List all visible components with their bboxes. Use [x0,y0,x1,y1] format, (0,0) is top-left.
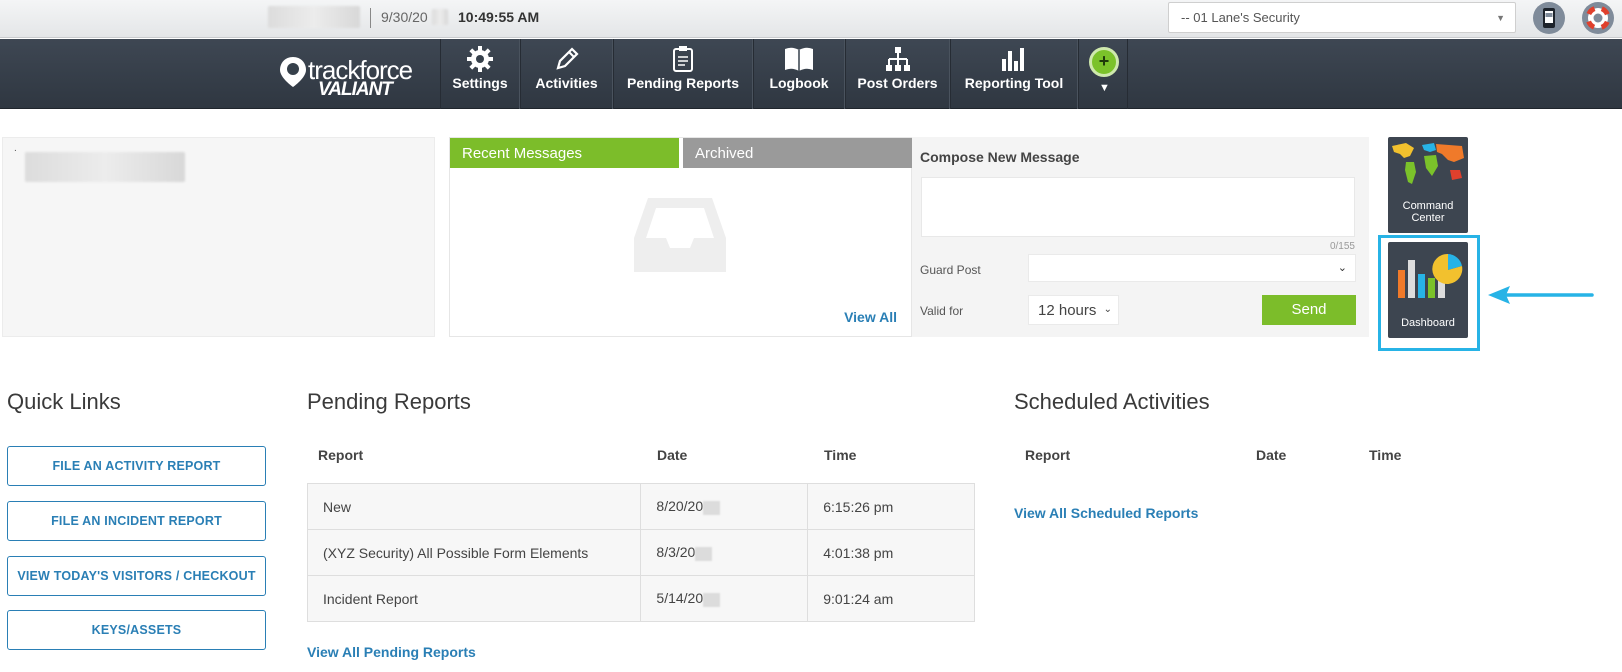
guard-post-select[interactable]: ⌄ [1028,254,1356,282]
top-bar-divider [370,8,371,28]
quick-links-title: Quick Links [7,389,121,414]
nav-post-orders-label: Post Orders [857,75,938,91]
redacted-year [695,546,713,561]
scheduled-col-time: Time [1369,447,1402,463]
logo-valiant-text: VALIANT [318,79,393,100]
report-name-cell[interactable]: (XYZ Security) All Possible Form Element… [306,529,642,576]
current-time: 10:49:55 AM [458,9,540,25]
current-date: 9/30/20 [381,9,428,25]
view-all-pending-reports-link[interactable]: View All Pending Reports [307,644,476,660]
redacted-user-name [268,6,360,28]
scheduled-col-report: Report [1025,447,1071,463]
view-all-messages-link[interactable]: View All [844,309,897,325]
world-map-icon [1392,143,1464,184]
pending-col-report: Report [318,447,364,463]
book-icon [754,45,844,75]
nav-pending-reports[interactable]: Pending Reports [613,39,753,109]
report-date-cell: 8/3/20 [640,529,809,576]
nav-activities-label: Activities [535,75,598,91]
nav-activities[interactable]: Activities [520,39,613,109]
report-name-cell[interactable]: New [306,483,642,530]
nav-reporting-tool-label: Reporting Tool [964,75,1064,91]
gear-icon [441,45,519,75]
nav-more[interactable]: + ▼ [1078,39,1128,109]
plus-icon[interactable]: + [1089,47,1119,77]
keys-assets-button[interactable]: KEYS/ASSETS [7,610,266,650]
chevron-down-icon: ▼ [1496,13,1505,23]
pending-reports-title: Pending Reports [307,389,471,414]
view-all-scheduled-reports-link[interactable]: View All Scheduled Reports [1014,505,1198,521]
top-bar: 9/30/20 10:49:55 AM -- 01 Lane's Securit… [0,0,1622,38]
inbox-tray-icon [634,198,726,272]
compose-title: Compose New Message [920,149,1080,165]
org-chart-icon [846,45,949,75]
help-button[interactable] [1582,2,1614,34]
company-select[interactable]: -- 01 Lane's Security ▼ [1168,2,1516,33]
redacted-profile-name [25,152,185,182]
dashboard-label: Dashboard [1401,317,1455,329]
chevron-down-icon: ⌄ [1337,262,1347,274]
nav-reporting-tool[interactable]: Reporting Tool [950,39,1078,109]
guard-post-label: Guard Post [920,263,981,277]
company-select-value: -- 01 Lane's Security [1181,10,1300,25]
view-visitors-checkout-button[interactable]: VIEW TODAY'S VISITORS / CHECKOUT [7,556,266,596]
profile-bullet: . [14,143,17,154]
report-time-cell: 6:15:26 pm [807,483,975,530]
report-date-text: 5/14/20 [656,590,704,607]
redacted-year [432,9,448,25]
character-counter: 0/155 [1329,241,1355,252]
mobile-message-icon [1543,8,1555,28]
command-center-tile[interactable]: Command Center [1388,137,1468,233]
messages-button[interactable] [1533,2,1565,34]
tab-archived[interactable]: Archived [683,138,913,168]
chevron-down-icon: ⌄ [1103,304,1112,315]
bar-chart-icon [951,45,1077,75]
redacted-year [703,500,721,515]
messages-panel: Recent Messages Archived View All [449,137,913,337]
scheduled-col-date: Date [1256,447,1287,463]
report-date-cell: 5/14/20 [640,575,809,622]
pending-col-time: Time [824,447,857,463]
user-profile-panel: . [2,137,435,337]
report-date-cell: 8/20/20 [640,483,809,530]
redacted-year [703,592,721,607]
report-time-cell: 9:01:24 am [807,575,975,622]
report-name-cell[interactable]: Incident Report [306,575,642,622]
report-time-cell: 4:01:38 pm [807,529,975,576]
report-date-text: 8/20/20 [656,498,704,515]
table-row[interactable]: New 8/20/20 6:15:26 pm [306,483,975,530]
nav-settings-label: Settings [452,75,508,91]
table-row[interactable]: (XYZ Security) All Possible Form Element… [306,529,975,576]
valid-for-label: Valid for [920,304,964,318]
nav-logbook[interactable]: Logbook [753,39,845,109]
nav-post-orders[interactable]: Post Orders [845,39,950,109]
trackforce-logo[interactable]: trackforce VALIANT [278,53,418,100]
pending-col-date: Date [657,447,688,463]
nav-pending-reports-label: Pending Reports [626,75,739,91]
location-pin-icon [280,57,306,87]
caret-down-icon: ▼ [1099,82,1110,94]
compose-message-panel: Compose New Message 0/155 Guard Post ⌄ V… [912,137,1369,337]
command-center-label: Command Center [1402,200,1454,224]
send-button[interactable]: Send [1262,295,1356,325]
file-activity-report-button[interactable]: FILE AN ACTIVITY REPORT [7,446,266,486]
nav-settings[interactable]: Settings [440,39,520,109]
dashboard-tile[interactable]: Dashboard [1388,242,1468,338]
pointer-arrow-icon [1488,286,1594,304]
file-incident-report-button[interactable]: FILE AN INCIDENT REPORT [7,501,266,541]
nav-logbook-label: Logbook [769,75,829,91]
pending-reports-table: New 8/20/20 6:15:26 pm (XYZ Security) Al… [306,483,975,622]
scheduled-activities-title: Scheduled Activities [1014,389,1210,414]
main-nav: trackforce VALIANT Settings Activities P… [0,39,1622,109]
pencil-icon [521,45,612,75]
valid-for-value: 12 hours [1038,302,1097,319]
dashboard-chart-icon [1398,253,1463,298]
lifebuoy-icon [1586,6,1610,30]
table-row[interactable]: Incident Report 5/14/20 9:01:24 am [306,575,975,622]
tab-recent-messages[interactable]: Recent Messages [450,138,679,168]
clipboard-icon [614,45,752,75]
report-date-text: 8/3/20 [656,544,696,561]
valid-for-select[interactable]: 12 hours ⌄ [1028,295,1119,325]
message-textarea[interactable] [921,177,1355,237]
